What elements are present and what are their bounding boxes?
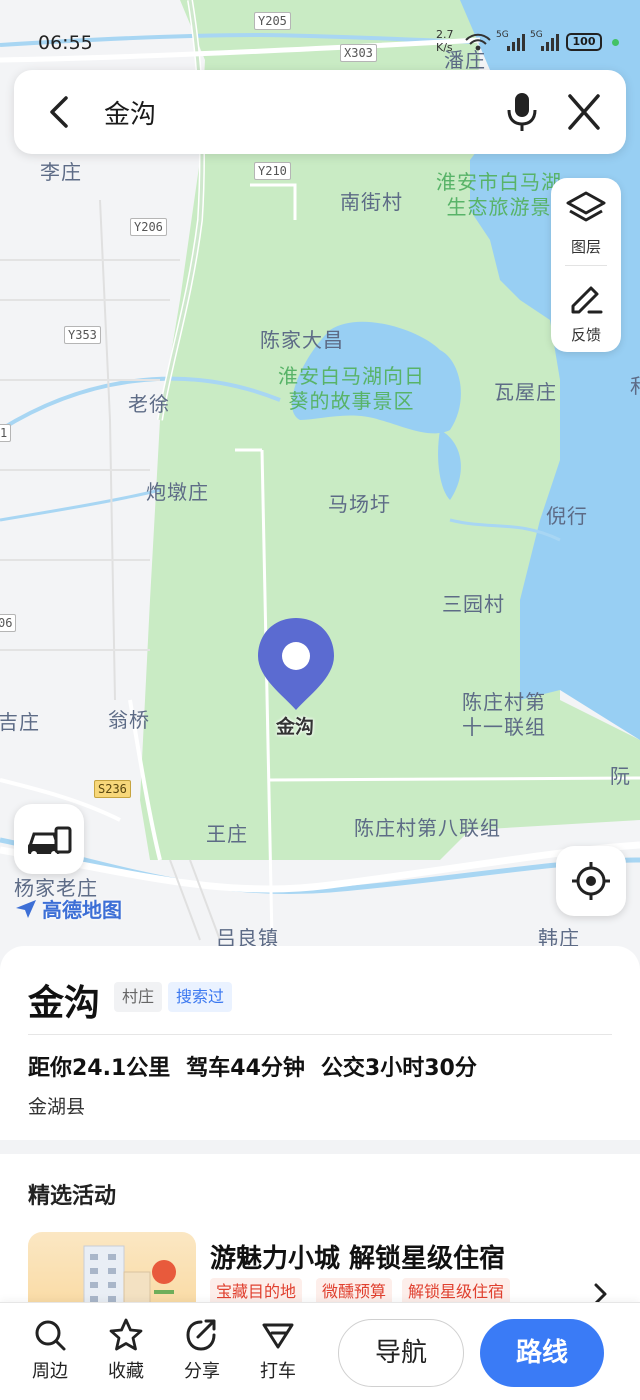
place-nanjiecun[interactable]: 南街村 (340, 186, 403, 215)
place-nixing[interactable]: 倪行 (546, 500, 588, 529)
scenic2-line1: 淮安白马湖向日 (278, 364, 425, 388)
road-shield-edge-06: 06 (0, 614, 17, 632)
searched-tag: 搜索过 (168, 982, 233, 1012)
place-title: 金沟 (28, 983, 101, 1024)
location-pin-icon[interactable] (256, 616, 336, 712)
nearby-button[interactable]: 周边 (20, 1317, 80, 1383)
search-icon (35, 1320, 66, 1351)
locate-me-button[interactable] (556, 846, 626, 916)
taxi-button[interactable]: 打车 (248, 1317, 308, 1383)
status-time: 06:55 (38, 32, 93, 54)
share-label: 分享 (184, 1361, 220, 1382)
road-shield-s236: S236 (94, 780, 131, 798)
route-button[interactable]: 路线 (480, 1319, 604, 1387)
status-dot (612, 39, 619, 46)
search-query[interactable]: 金沟 (104, 94, 156, 131)
road-shield-y206: Y206 (130, 218, 167, 236)
place-machangyu[interactable]: 马场圩 (328, 488, 391, 517)
back-arrow-icon[interactable] (40, 92, 80, 132)
place-laoxu[interactable]: 老徐 (128, 388, 170, 417)
navigate-button[interactable]: 导航 (338, 1319, 464, 1387)
microphone-icon[interactable] (502, 90, 542, 134)
activity-title[interactable]: 游魅力小城 解锁星级住宿 (210, 1238, 505, 1275)
edit-pencil-icon (571, 286, 603, 314)
road-shield-y353: Y353 (64, 326, 101, 344)
map-tools-panel: 图层 反馈 (551, 178, 621, 352)
search-bar[interactable]: 金沟 (14, 70, 626, 154)
place-wangzhuang[interactable]: 王庄 (206, 818, 248, 847)
car-mode-button[interactable] (14, 804, 84, 874)
brand-logo: 高德地图 (14, 894, 122, 923)
favorite-label: 收藏 (108, 1361, 144, 1382)
wifi-icon (465, 33, 491, 51)
place-chenzhuang-11[interactable]: 陈庄村第 十一联组 (462, 690, 546, 740)
favorite-button[interactable]: 收藏 (96, 1317, 156, 1383)
place-wengqiao[interactable]: 翁桥 (108, 704, 150, 733)
place-lizhuang[interactable]: 李庄 (40, 156, 82, 185)
place-scenic-baimahu[interactable]: 淮安市白马湖 生态旅游景 (436, 170, 562, 220)
scenic1-line1: 淮安市白马湖 (436, 170, 562, 194)
place-type-tag: 村庄 (114, 982, 163, 1012)
bottom-action-bar: 周边 收藏 分享 打车 导航 路线 (0, 1302, 640, 1400)
chenzhuang11-line1: 陈庄村第 (462, 690, 546, 714)
nearby-label: 周边 (32, 1361, 68, 1382)
layers-button[interactable]: 图层 (551, 178, 621, 264)
pin-label: 金沟 (276, 716, 315, 738)
place-sanyuancun[interactable]: 三园村 (442, 588, 505, 617)
battery-indicator: 100 (566, 33, 602, 51)
distance-text: 距你24.1公里 (28, 1056, 171, 1081)
close-icon[interactable] (562, 92, 606, 132)
share-button[interactable]: 分享 (172, 1317, 232, 1383)
place-chenzhuang-8[interactable]: 陈庄村第八联组 (354, 812, 501, 841)
layers-icon (566, 191, 606, 222)
place-chenjiadachang[interactable]: 陈家大昌 (260, 324, 344, 353)
activities-heading: 精选活动 (28, 1184, 117, 1209)
star-icon (109, 1318, 143, 1351)
amap-arrow-icon (16, 899, 36, 918)
net-speed: 2.7 K/s (436, 28, 454, 54)
place-paodunzhuang[interactable]: 炮墩庄 (146, 476, 209, 505)
place-wawuzhuang[interactable]: 瓦屋庄 (494, 376, 557, 405)
net-speed-value: 2.7 (436, 28, 454, 41)
feedback-label: 反馈 (570, 326, 601, 344)
transit-time-text: 公交3小时30分 (320, 1056, 477, 1081)
place-scenic-sunflower[interactable]: 淮安白马湖向日 葵的故事景区 (278, 364, 425, 414)
panel-divider (28, 1034, 612, 1035)
place-jizhuang[interactable]: 吉庄 (0, 706, 40, 735)
chenzhuang11-line2: 十一联组 (462, 715, 546, 739)
scenic2-line2: 葵的故事景区 (288, 389, 415, 413)
share-icon (186, 1319, 216, 1351)
county-text: 金湖县 (28, 1096, 86, 1118)
place-info-panel[interactable]: 金沟 村庄 搜索过 距你24.1公里 驾车44分钟 公交3小时30分 金湖县 (0, 946, 640, 1140)
drive-time-text: 驾车44分钟 (186, 1056, 305, 1081)
scenic1-line2: 生态旅游景 (446, 195, 552, 219)
signal-bars-2-icon (541, 34, 559, 51)
feedback-button[interactable]: 反馈 (551, 266, 621, 352)
taxi-label: 打车 (260, 1361, 296, 1382)
road-shield-y210: Y210 (254, 162, 291, 180)
travel-stats: 距你24.1公里 驾车44分钟 公交3小时30分 (28, 1050, 477, 1082)
place-ruanzhuang[interactable]: 阮 (610, 760, 631, 789)
place-edge-char: 和 (630, 370, 640, 399)
road-shield-edge-1: 1 (0, 424, 12, 442)
taxi-icon (262, 1323, 294, 1349)
car-phone-icon (27, 826, 72, 857)
crosshair-icon (572, 862, 610, 900)
signal-bars-icon (507, 34, 525, 51)
brand-name: 高德地图 (42, 898, 122, 922)
layers-label: 图层 (570, 238, 601, 256)
net-speed-unit: K/s (436, 41, 453, 54)
status-bar: 06:55 2.7 K/s 5G 5G 100 (0, 28, 640, 58)
